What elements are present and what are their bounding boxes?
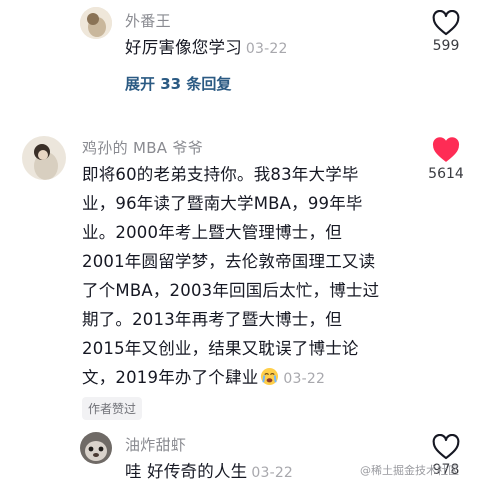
timestamp: 03-22 bbox=[283, 371, 326, 387]
author-liked-badge: 作者赞过 bbox=[82, 397, 143, 420]
watermark: @稀土掘金技术社区 bbox=[360, 464, 459, 477]
like-button[interactable] bbox=[432, 9, 460, 40]
avatar[interactable] bbox=[22, 136, 66, 180]
like-button[interactable] bbox=[432, 137, 460, 167]
comment-line: 业。2000年考上暨大管理博士，但 bbox=[82, 223, 342, 242]
comment-last-line: 文，2019年办了个肆业 03-22 bbox=[82, 363, 412, 394]
like-count: 599 bbox=[432, 38, 460, 54]
comment-text: 好厉害像您学习 03-22 bbox=[125, 33, 288, 64]
comment-line: 了个MBA，2003年回国后太忙，博士过 bbox=[82, 281, 380, 300]
avatar[interactable] bbox=[80, 432, 112, 464]
crying-face-icon bbox=[261, 367, 279, 386]
username[interactable]: 油炸甜虾 bbox=[125, 434, 186, 455]
comment-line: 文，2019年办了个肆业 bbox=[82, 368, 259, 387]
comment-line: 2001年圆留学梦，去伦敦帝国理工又读 bbox=[82, 252, 376, 271]
like-count: 5614 bbox=[428, 166, 464, 182]
comment-body: 好厉害像您学习 bbox=[125, 38, 242, 57]
like-button[interactable] bbox=[432, 433, 460, 464]
comment-text: 哇 好传奇的人生 03-22 bbox=[125, 457, 293, 488]
comment-line: 2015年又创业，结果又耽误了博士论 bbox=[82, 339, 359, 358]
username[interactable]: 鸡孙的 MBA 爷爷 bbox=[82, 137, 203, 158]
comment-body: 哇 好传奇的人生 bbox=[125, 462, 248, 481]
comment-line: 即将60的老弟支持你。我83年大学毕 bbox=[82, 165, 359, 184]
comment-text: 即将60的老弟支持你。我83年大学毕 业，96年读了暨南大学MBA，99年毕 业… bbox=[82, 160, 412, 394]
username[interactable]: 外番王 bbox=[125, 10, 171, 31]
avatar[interactable] bbox=[80, 7, 112, 39]
comment-line: 业，96年读了暨南大学MBA，99年毕 bbox=[82, 194, 363, 213]
heart-outline-icon bbox=[432, 9, 460, 36]
expand-replies-link[interactable]: 展开 33 条回复 bbox=[125, 73, 231, 94]
heart-outline-icon bbox=[432, 433, 460, 460]
timestamp: 03-22 bbox=[251, 465, 294, 481]
heart-filled-icon bbox=[432, 137, 460, 162]
timestamp: 03-22 bbox=[245, 41, 288, 57]
comment-line: 期了。2013年再考了暨大博士，但 bbox=[82, 310, 342, 329]
